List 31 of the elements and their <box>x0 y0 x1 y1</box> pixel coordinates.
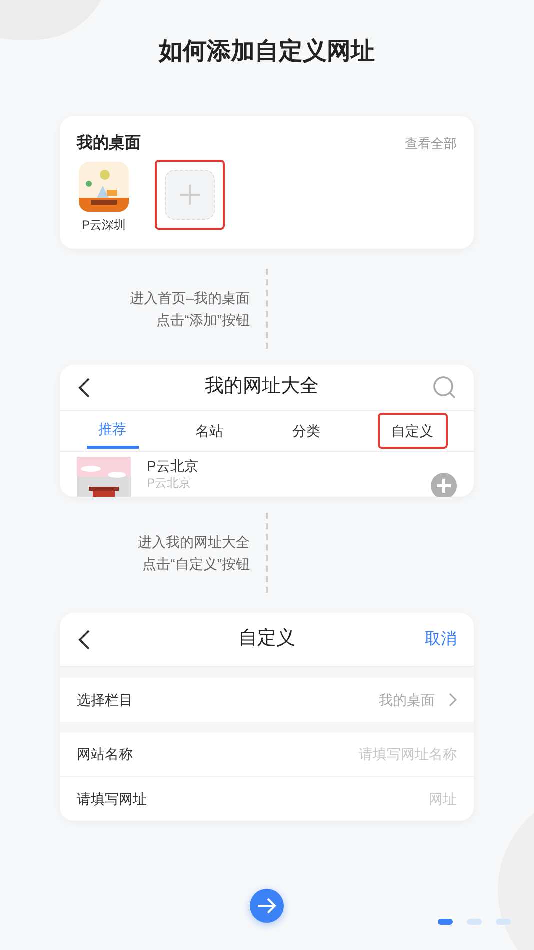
back-icon[interactable] <box>77 376 91 398</box>
chevron-right-icon <box>449 693 457 707</box>
add-button[interactable] <box>155 160 225 230</box>
step-caption: 点击“添加”按钮 <box>156 311 250 330</box>
site-name: P云北京 <box>147 457 200 476</box>
tab[interactable]: 名站 <box>184 413 236 449</box>
step-caption: 进入首页–我的桌面 <box>130 289 250 308</box>
row-value: 我的桌面 <box>379 690 435 710</box>
tab[interactable]: 推荐 <box>86 413 138 449</box>
column-select-row[interactable]: 选择栏目 我的桌面 <box>60 678 474 722</box>
arrow-right-icon <box>257 898 277 914</box>
screen-title: 我的网址大全 <box>205 375 319 400</box>
step-caption: 进入我的网址大全 <box>138 533 250 552</box>
row-label: 网站名称 <box>77 745 133 764</box>
app-icon[interactable] <box>79 162 129 212</box>
page-title: 如何添加自定义网址 <box>159 37 375 67</box>
screen-title: 自定义 <box>238 627 296 652</box>
cancel-button[interactable]: 取消 <box>417 628 457 652</box>
back-icon[interactable] <box>77 628 91 650</box>
add-icon[interactable] <box>431 473 457 497</box>
row-label: 请填写网址 <box>77 790 147 808</box>
search-icon[interactable] <box>433 376 457 400</box>
tab[interactable]: 分类 <box>280 413 332 449</box>
site-subtitle: P云北京 <box>147 476 192 491</box>
tab[interactable]: 自定义 <box>378 413 448 449</box>
card-title: 我的桌面 <box>77 133 141 154</box>
next-button[interactable] <box>250 889 284 923</box>
row-label: 选择栏目 <box>77 690 133 710</box>
step-caption: 点击“自定义”按钮 <box>142 555 250 574</box>
plus-icon <box>180 185 200 205</box>
app-label: P云深圳 <box>82 217 126 234</box>
